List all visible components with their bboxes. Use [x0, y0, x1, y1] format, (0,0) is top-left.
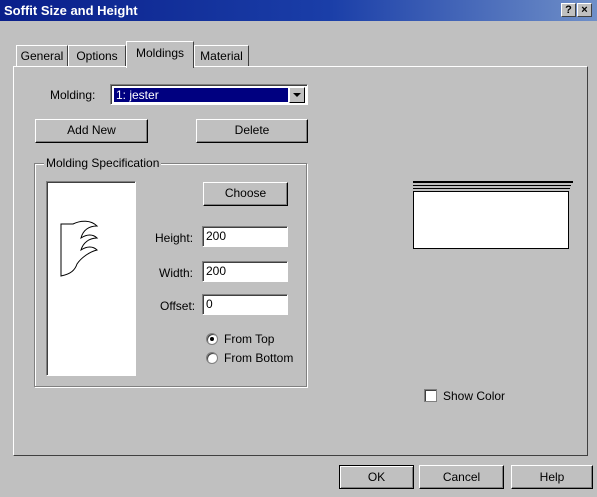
- from-bottom-label[interactable]: From Bottom: [224, 351, 293, 365]
- title-bar: Soffit Size and Height ? ×: [0, 0, 597, 21]
- from-bottom-radio[interactable]: [206, 352, 218, 364]
- dropdown-arrow-icon[interactable]: [289, 87, 305, 103]
- soffit-line: [413, 185, 571, 186]
- soffit-preview: [413, 181, 573, 249]
- cancel-button[interactable]: Cancel: [419, 465, 504, 489]
- tab-general[interactable]: General: [16, 45, 68, 67]
- offset-value: 0: [206, 297, 213, 311]
- add-new-button[interactable]: Add New: [35, 119, 148, 143]
- tab-material[interactable]: Material: [194, 45, 249, 67]
- show-color-checkbox[interactable]: [424, 389, 437, 402]
- soffit-line: [413, 181, 573, 183]
- molding-value: 1: jester: [116, 88, 159, 102]
- delete-button[interactable]: Delete: [196, 119, 308, 143]
- height-label: Height:: [155, 231, 194, 245]
- choose-button[interactable]: Choose: [203, 182, 288, 206]
- window-title: Soffit Size and Height: [4, 3, 138, 18]
- molding-selection-highlight: 1: jester: [114, 88, 288, 102]
- close-icon[interactable]: ×: [577, 3, 592, 17]
- from-top-label[interactable]: From Top: [224, 332, 274, 346]
- height-input[interactable]: 200: [202, 226, 288, 247]
- height-value: 200: [206, 229, 227, 243]
- width-input[interactable]: 200: [202, 261, 288, 282]
- from-top-radio[interactable]: [206, 333, 218, 345]
- molding-profile-preview: [46, 181, 136, 376]
- molding-profile-shape: [60, 220, 99, 277]
- tab-options[interactable]: Options: [68, 45, 126, 67]
- help-button[interactable]: Help: [511, 465, 593, 489]
- soffit-line: [413, 188, 570, 189]
- width-label: Width:: [159, 266, 194, 280]
- soffit-box: [413, 191, 569, 249]
- tab-moldings[interactable]: Moldings: [126, 41, 194, 68]
- ok-button[interactable]: OK: [339, 465, 414, 489]
- offset-input[interactable]: 0: [202, 294, 288, 315]
- molding-specification-legend: Molding Specification: [44, 156, 162, 170]
- help-icon[interactable]: ?: [561, 3, 576, 17]
- offset-label: Offset:: [160, 299, 196, 313]
- molding-select[interactable]: 1: jester: [110, 84, 308, 105]
- show-color-label[interactable]: Show Color: [443, 389, 505, 403]
- molding-label: Molding:: [50, 88, 96, 102]
- width-value: 200: [206, 264, 227, 278]
